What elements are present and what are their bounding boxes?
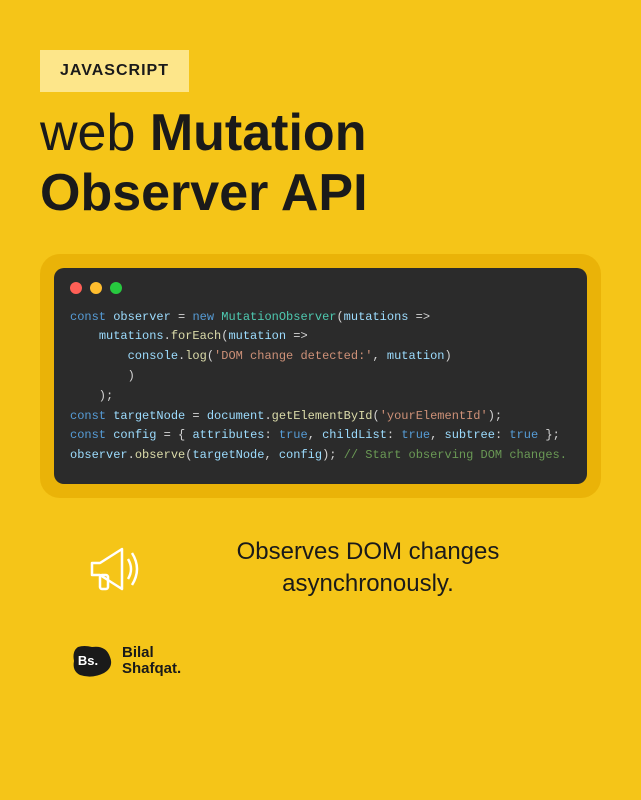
- megaphone-icon: [80, 533, 150, 603]
- code-line: console.log('DOM change detected:', muta…: [70, 347, 571, 367]
- footer-row: Observes DOM changes asynchronously.: [40, 533, 601, 603]
- code-block: const observer = new MutationObserver(mu…: [54, 268, 587, 484]
- author-name-line2: Shafqat.: [122, 661, 181, 677]
- code-line: const observer = new MutationObserver(mu…: [70, 308, 571, 328]
- window-controls: [70, 282, 571, 294]
- minimize-icon: [90, 282, 102, 294]
- author-name: Bilal Shafqat.: [122, 645, 181, 677]
- category-badge: JAVASCRIPT: [40, 50, 189, 92]
- code-line: observer.observe(targetNode, config); //…: [70, 446, 571, 466]
- author-logo-icon: Bs.: [70, 643, 114, 679]
- close-icon: [70, 282, 82, 294]
- caption-text: Observes DOM changes asynchronously.: [175, 536, 601, 601]
- code-content: const observer = new MutationObserver(mu…: [70, 308, 571, 466]
- code-line: mutations.forEach(mutation =>: [70, 327, 571, 347]
- page-title: web Mutation Observer API: [40, 104, 601, 224]
- author-name-line1: Bilal: [122, 645, 181, 661]
- title-prefix: web: [40, 104, 150, 162]
- code-container: const observer = new MutationObserver(mu…: [40, 254, 601, 498]
- code-line: ): [70, 367, 571, 387]
- code-line: const config = { attributes: true, child…: [70, 426, 571, 446]
- author-attribution: Bs. Bilal Shafqat.: [70, 643, 601, 679]
- code-line: );: [70, 387, 571, 407]
- maximize-icon: [110, 282, 122, 294]
- code-line: const targetNode = document.getElementBy…: [70, 407, 571, 427]
- svg-text:Bs.: Bs.: [78, 653, 98, 668]
